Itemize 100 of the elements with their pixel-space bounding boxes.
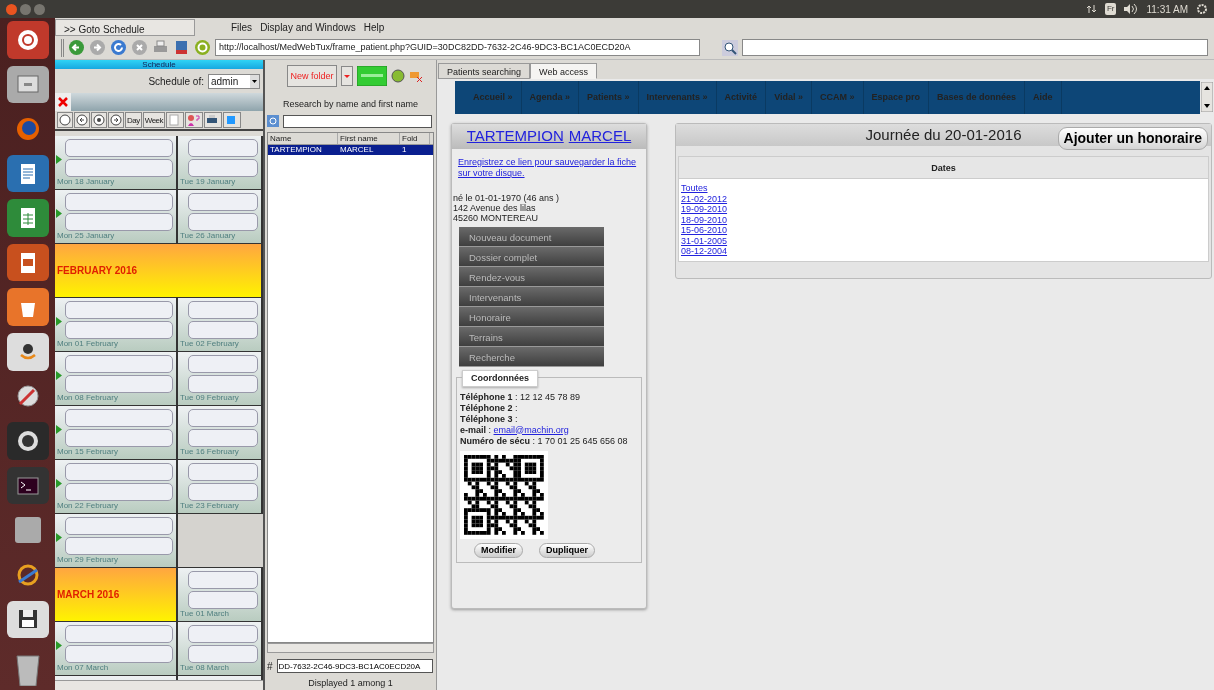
keyboard-layout-indicator[interactable]: Fr — [1104, 3, 1117, 15]
today-icon[interactable] — [91, 112, 107, 128]
patient-menu-item[interactable]: Recherche — [459, 346, 604, 367]
horizontal-scrollbar[interactable] — [55, 680, 263, 690]
refresh-icon[interactable] — [110, 39, 127, 56]
stop-icon[interactable] — [131, 39, 148, 56]
time-slot[interactable] — [65, 321, 173, 339]
day-cell[interactable]: Mon 18 January — [55, 136, 178, 189]
menu-item[interactable]: Help — [363, 19, 385, 35]
time-slot[interactable] — [188, 409, 258, 427]
time-slot[interactable] — [65, 213, 173, 231]
time-slot[interactable] — [188, 591, 258, 609]
add-fee-button[interactable]: Ajouter un honoraire — [1057, 127, 1208, 150]
play-triangle-icon[interactable] — [56, 209, 62, 218]
time-slot[interactable] — [65, 483, 173, 501]
day-cell[interactable]: Mon 25 January — [55, 190, 178, 243]
date-link[interactable]: 18-09-2010 — [681, 214, 1206, 225]
play-triangle-icon[interactable] — [56, 317, 62, 326]
patient-menu-item[interactable]: Dossier complet — [459, 246, 604, 267]
owner-dropdown[interactable]: admin — [208, 73, 260, 89]
day-cell[interactable]: Mon 15 February — [55, 406, 178, 459]
patient-menu-item[interactable]: Nouveau document — [459, 226, 604, 247]
day-cell[interactable]: Mon 22 February — [55, 460, 178, 513]
day-cell[interactable]: Tue 01 March — [178, 568, 263, 621]
next-icon[interactable] — [108, 112, 124, 128]
time-slot[interactable] — [65, 159, 173, 177]
time-slot[interactable] — [65, 537, 173, 555]
play-triangle-icon[interactable] — [56, 533, 62, 542]
url-field[interactable]: http://localhost/MedWebTux/frame_patient.php?GUID=30DC82DD-7632-2C46-9DC3-BC1AC0ECD20A — [215, 39, 700, 56]
time-slot[interactable] — [188, 645, 258, 663]
column-header[interactable]: Fold — [400, 132, 430, 144]
printer-icon[interactable] — [204, 112, 223, 128]
close-button[interactable] — [6, 3, 17, 15]
time-slot[interactable] — [65, 429, 173, 447]
day-cell[interactable]: Mon 08 February — [55, 352, 178, 405]
column-header[interactable]: Name — [268, 132, 338, 144]
play-triangle-icon[interactable] — [56, 371, 62, 380]
previous-icon[interactable] — [74, 112, 90, 128]
date-link[interactable]: 31-01-2005 — [681, 235, 1206, 246]
day-cell[interactable]: Tue 26 January — [178, 190, 263, 243]
time-slot[interactable] — [188, 463, 258, 481]
vertical-scrollbar[interactable] — [1201, 82, 1213, 112]
day-cell[interactable]: Mon 01 February — [55, 298, 178, 351]
patient-row[interactable]: TARTEMPION MARCEL 1 — [268, 144, 433, 155]
patient-menu-item[interactable]: Honoraire — [459, 306, 604, 327]
time-slot[interactable] — [188, 571, 258, 589]
time-slot[interactable] — [65, 301, 173, 319]
tab[interactable]: Web access — [530, 63, 597, 79]
time-slot[interactable] — [188, 355, 258, 373]
menu-item[interactable]: Files — [231, 19, 253, 35]
delete-card-icon[interactable] — [409, 69, 423, 83]
time-slot[interactable] — [188, 193, 258, 211]
goto-schedule-tab[interactable]: >> Goto Schedule — [55, 18, 195, 36]
globe-icon[interactable] — [14, 115, 41, 142]
time-slot[interactable] — [188, 159, 258, 177]
day-cell[interactable]: Tue 09 February — [178, 352, 263, 405]
calendar-page-icon[interactable] — [166, 112, 185, 128]
horizontal-scrollbar[interactable] — [267, 642, 434, 653]
time-slot[interactable] — [188, 301, 258, 319]
play-triangle-icon[interactable] — [56, 479, 62, 488]
tab[interactable]: Patients searching — [438, 63, 531, 79]
patient-name-link[interactable]: TARTEMPION — [466, 127, 564, 144]
clock-icon[interactable] — [57, 112, 73, 128]
day-cell[interactable]: Tue 19 January — [178, 136, 263, 189]
date-link[interactable]: 21-02-2012 — [681, 193, 1206, 204]
time-slot[interactable] — [65, 193, 173, 211]
time-slot[interactable] — [188, 429, 258, 447]
time-slot[interactable] — [188, 625, 258, 643]
search-icon[interactable] — [722, 39, 738, 56]
date-link[interactable]: 08-12-2004 — [681, 246, 1206, 257]
action-button[interactable]: Dupliquer — [539, 542, 595, 558]
time-slot[interactable] — [65, 625, 173, 643]
time-slot[interactable] — [65, 139, 173, 157]
new-folder-button[interactable]: New folder — [287, 65, 337, 87]
time-slot[interactable] — [188, 375, 258, 393]
patient-menu-item[interactable]: Rendez-vous — [459, 266, 604, 287]
volume-icon[interactable] — [1124, 4, 1139, 14]
day-cell[interactable]: Tue 08 March — [178, 622, 263, 675]
date-link[interactable]: 15-06-2010 — [681, 225, 1206, 236]
save-link[interactable]: Enregistrez ce lien pour sauvegarder la fiche sur votre disque. — [458, 156, 646, 179]
time-slot[interactable] — [65, 375, 173, 393]
menu-item[interactable]: Display and Windows — [260, 19, 356, 35]
dropdown-caret-icon[interactable] — [341, 66, 353, 86]
time-slot[interactable] — [188, 483, 258, 501]
day-cell[interactable]: Mon 07 March — [55, 622, 178, 675]
minimize-button[interactable] — [20, 3, 31, 15]
action-button[interactable]: Modifier — [474, 542, 523, 558]
maximize-button[interactable] — [34, 3, 45, 15]
time-slot[interactable] — [65, 355, 173, 373]
day-cell[interactable]: Mon 29 February — [55, 514, 178, 567]
view-button[interactable]: Week — [142, 112, 166, 128]
view-button[interactable]: Day — [125, 112, 142, 128]
guid-field[interactable]: DD-7632-2C46-9DC3-BC1AC0ECD20A — [276, 659, 433, 673]
book-icon[interactable] — [173, 39, 190, 56]
play-triangle-icon[interactable] — [56, 641, 62, 650]
date-link[interactable]: Toutes — [681, 183, 1206, 194]
time-slot[interactable] — [188, 139, 258, 157]
time-slot[interactable] — [65, 645, 173, 663]
time-slot[interactable] — [65, 517, 173, 535]
clock-text[interactable]: 11:31 AM — [1146, 1, 1188, 17]
